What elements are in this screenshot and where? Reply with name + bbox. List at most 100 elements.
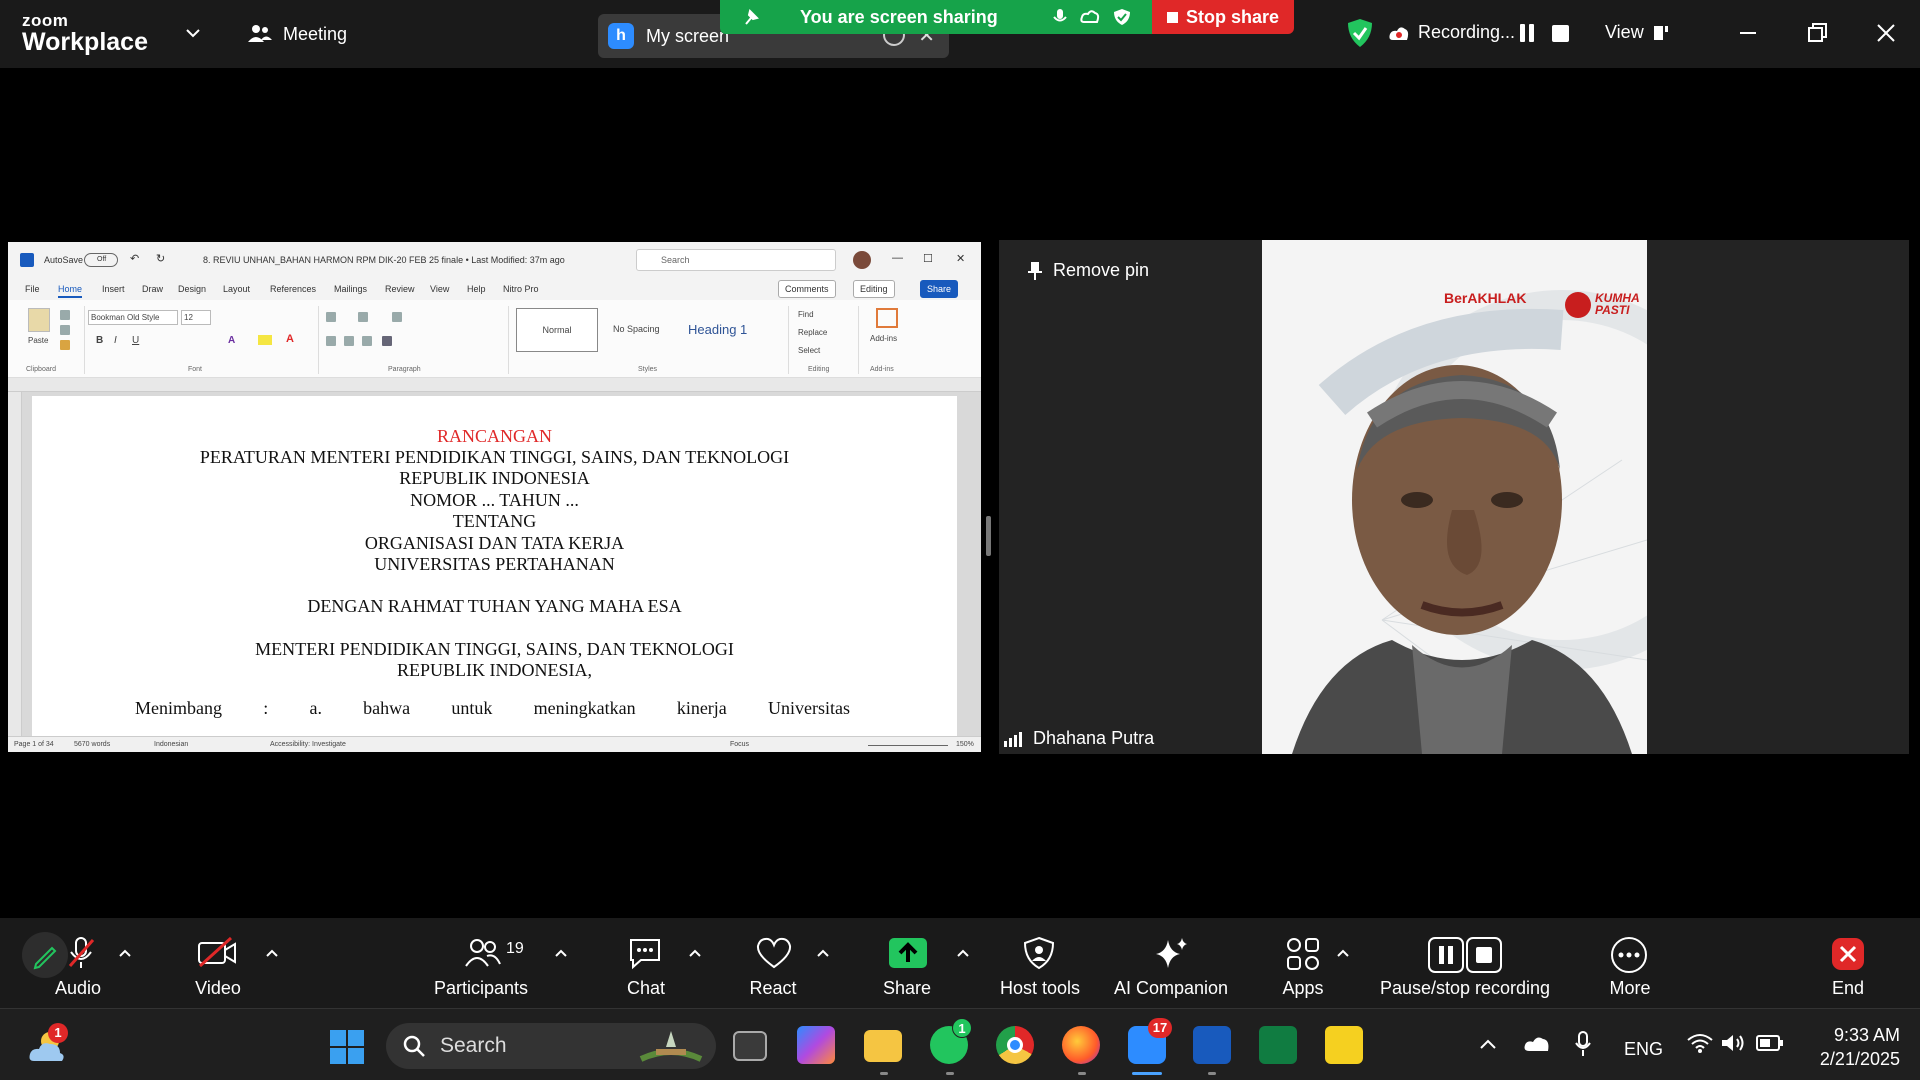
pin-icon[interactable] bbox=[742, 8, 762, 26]
tab-review[interactable]: Review bbox=[385, 284, 415, 294]
more-button[interactable]: More bbox=[1590, 918, 1670, 1008]
style-normal[interactable]: Normal bbox=[516, 308, 598, 352]
find-button[interactable]: Find bbox=[798, 310, 814, 319]
participant-video-tile[interactable]: Remove pin BerAKHLAK KUMHA PASTI Dhahana… bbox=[999, 240, 1909, 754]
windows-start-icon[interactable] bbox=[329, 1029, 365, 1065]
participants-button[interactable]: 19 Participants bbox=[420, 918, 580, 1008]
remove-pin-button[interactable]: Remove pin bbox=[1027, 260, 1149, 281]
copilot-icon[interactable] bbox=[797, 1026, 835, 1064]
select-button[interactable]: Select bbox=[798, 346, 820, 355]
bullets-icon[interactable] bbox=[326, 312, 336, 322]
sticky-notes-icon[interactable] bbox=[1325, 1026, 1363, 1064]
tab-nitro-pro[interactable]: Nitro Pro bbox=[503, 284, 539, 294]
language-status[interactable]: Indonesian bbox=[154, 741, 188, 748]
font-color-icon[interactable]: A bbox=[286, 333, 294, 345]
show-hidden-icons-icon[interactable] bbox=[1478, 1037, 1498, 1051]
recording-indicator[interactable]: Recording... bbox=[1388, 22, 1515, 43]
annotate-pen-icon[interactable] bbox=[22, 932, 68, 978]
audio-button[interactable]: Audio bbox=[0, 918, 160, 1008]
tab-insert[interactable]: Insert bbox=[102, 284, 125, 294]
battery-icon[interactable] bbox=[1756, 1034, 1784, 1052]
document-page[interactable]: RANCANGAN PERATURAN MENTERI PENDIDIKAN T… bbox=[32, 396, 957, 736]
tab-draw[interactable]: Draw bbox=[142, 284, 163, 294]
system-clock[interactable]: 9:33 AM 2/21/2025 bbox=[1800, 1023, 1900, 1071]
participants-caret-icon[interactable] bbox=[554, 948, 568, 958]
security-shield-icon[interactable] bbox=[1347, 18, 1373, 48]
vertical-ruler[interactable] bbox=[8, 392, 22, 736]
volume-icon[interactable] bbox=[1720, 1033, 1746, 1053]
redo-icon[interactable]: ↻ bbox=[156, 252, 165, 265]
tab-help[interactable]: Help bbox=[467, 284, 486, 294]
font-size-select[interactable]: 12 bbox=[181, 310, 211, 325]
word-share-button[interactable]: Share bbox=[920, 280, 959, 298]
word-close-icon[interactable]: ✕ bbox=[956, 252, 965, 265]
cloud-recording-icon[interactable] bbox=[1080, 8, 1100, 26]
tab-references[interactable]: References bbox=[270, 284, 316, 294]
zoom-taskbar-icon[interactable]: 17 bbox=[1128, 1018, 1172, 1064]
highlight-icon[interactable] bbox=[258, 335, 272, 345]
word-minimize-icon[interactable]: — bbox=[892, 252, 903, 264]
cut-icon[interactable] bbox=[60, 310, 70, 320]
tab-mailings[interactable]: Mailings bbox=[334, 284, 367, 294]
tab-design[interactable]: Design bbox=[178, 284, 206, 294]
replace-button[interactable]: Replace bbox=[798, 328, 827, 337]
align-center-icon[interactable] bbox=[344, 336, 354, 346]
focus-mode[interactable]: Focus bbox=[730, 741, 749, 748]
restore-icon[interactable] bbox=[1800, 16, 1834, 50]
tab-home[interactable]: Home bbox=[58, 284, 83, 298]
firefox-icon[interactable] bbox=[1062, 1026, 1100, 1064]
text-effects-icon[interactable]: A bbox=[228, 335, 235, 346]
weather-widget[interactable]: 1 bbox=[28, 1023, 68, 1067]
react-button[interactable]: React bbox=[740, 918, 840, 1008]
task-view-icon[interactable] bbox=[733, 1031, 767, 1061]
word-search-box[interactable]: Search bbox=[636, 249, 836, 271]
user-avatar[interactable] bbox=[853, 251, 871, 269]
tab-file[interactable]: File bbox=[25, 284, 40, 294]
tab-view[interactable]: View bbox=[430, 284, 449, 294]
microphone-tray-icon[interactable] bbox=[1575, 1031, 1591, 1057]
apps-caret-icon[interactable] bbox=[1336, 948, 1350, 958]
video-off-icon[interactable] bbox=[197, 936, 237, 968]
file-explorer-icon[interactable] bbox=[864, 1030, 902, 1062]
tab-layout[interactable]: Layout bbox=[223, 284, 250, 294]
muted-microphone-icon[interactable] bbox=[66, 936, 96, 970]
view-menu-button[interactable]: View bbox=[1605, 22, 1670, 43]
onedrive-icon[interactable] bbox=[1523, 1034, 1551, 1052]
document-canvas[interactable]: RANCANGAN PERATURAN MENTERI PENDIDIKAN T… bbox=[22, 392, 981, 736]
add-ins-icon[interactable] bbox=[876, 308, 898, 328]
editing-mode-button[interactable]: Editing bbox=[853, 280, 895, 298]
end-meeting-button[interactable]: End bbox=[1810, 918, 1890, 1008]
meeting-menu-button[interactable]: Meeting bbox=[247, 22, 347, 46]
wifi-icon[interactable] bbox=[1687, 1033, 1713, 1053]
video-options-caret-icon[interactable] bbox=[265, 948, 279, 958]
copy-icon[interactable] bbox=[60, 325, 70, 335]
bold-icon[interactable]: B bbox=[96, 335, 103, 346]
audio-options-caret-icon[interactable] bbox=[118, 948, 132, 958]
pause-stop-recording-button[interactable]: Pause/stop recording bbox=[1375, 918, 1555, 1008]
page-count[interactable]: Page 1 of 34 bbox=[14, 741, 54, 748]
stop-recording-icon[interactable] bbox=[1552, 25, 1569, 42]
word-taskbar-icon[interactable] bbox=[1193, 1026, 1231, 1064]
chat-caret-icon[interactable] bbox=[688, 948, 702, 958]
apps-button[interactable]: Apps bbox=[1270, 918, 1370, 1008]
video-button[interactable]: Video bbox=[180, 918, 290, 1008]
underline-icon[interactable]: U bbox=[132, 335, 139, 346]
align-left-icon[interactable] bbox=[326, 336, 336, 346]
font-name-select[interactable]: Bookman Old Style bbox=[88, 310, 178, 325]
taskbar-search[interactable]: Search bbox=[386, 1023, 716, 1069]
split-view-divider[interactable] bbox=[986, 516, 991, 556]
style-no-spacing[interactable]: No Spacing bbox=[613, 324, 660, 334]
undo-icon[interactable]: ↶ bbox=[130, 252, 139, 265]
react-caret-icon[interactable] bbox=[816, 948, 830, 958]
share-caret-icon[interactable] bbox=[956, 948, 970, 958]
shield-check-icon[interactable] bbox=[1112, 8, 1132, 26]
autosave-toggle[interactable]: Off bbox=[84, 253, 118, 267]
word-restore-icon[interactable]: ☐ bbox=[923, 252, 933, 265]
style-heading-1[interactable]: Heading 1 bbox=[688, 322, 747, 337]
format-painter-icon[interactable] bbox=[60, 340, 70, 350]
justify-icon[interactable] bbox=[382, 336, 392, 346]
host-tools-button[interactable]: Host tools bbox=[990, 918, 1090, 1008]
multilevel-list-icon[interactable] bbox=[392, 312, 402, 322]
excel-taskbar-icon[interactable] bbox=[1259, 1026, 1297, 1064]
chrome-icon[interactable] bbox=[996, 1026, 1034, 1064]
